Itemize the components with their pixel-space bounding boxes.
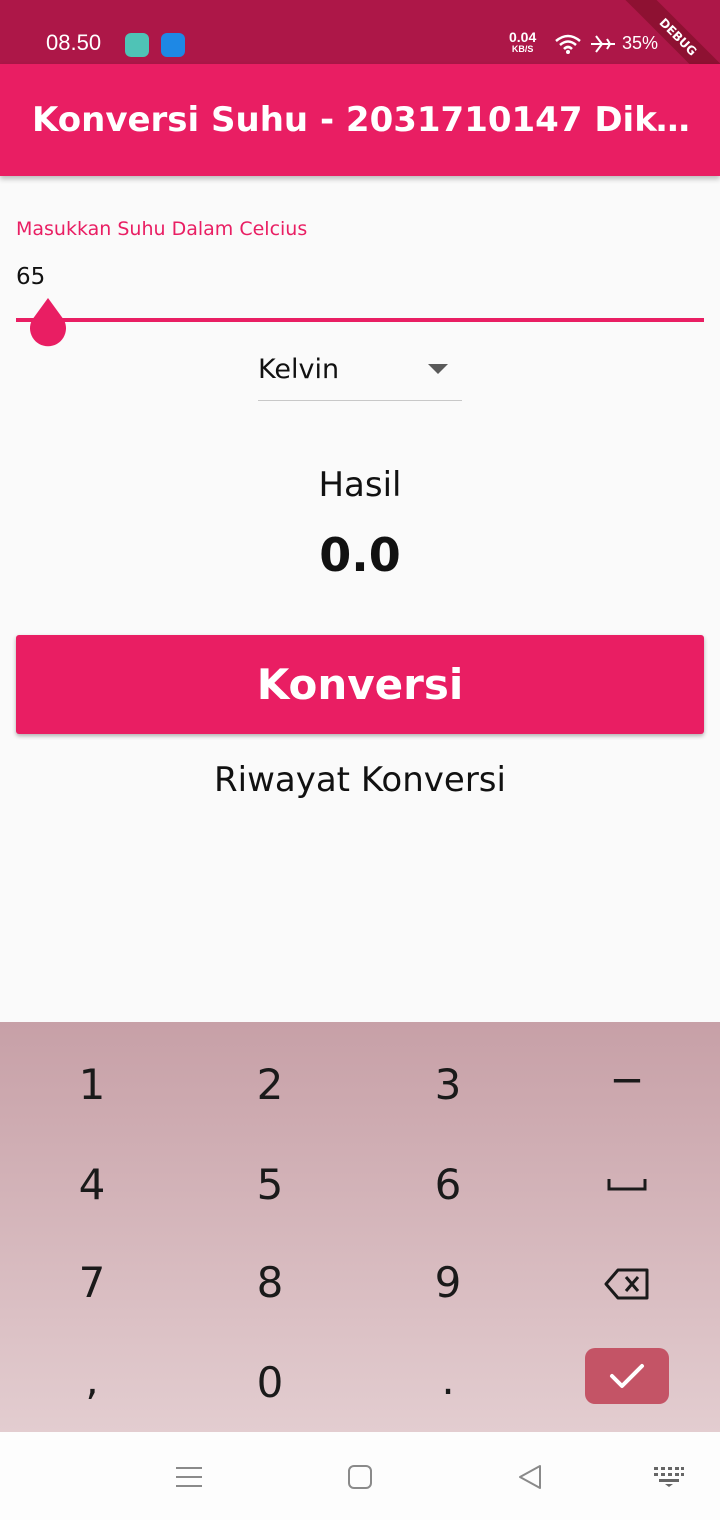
result-value: 0.0 [319,528,401,582]
space-icon [607,1179,647,1191]
convert-button[interactable]: Konversi [16,635,704,734]
status-time: 08.50 [46,30,102,55]
confirm-key[interactable] [585,1348,669,1404]
key-7[interactable]: 7 [2,1233,182,1333]
check-icon [610,1364,644,1388]
wifi-icon [555,34,581,54]
network-speed: 0.04 KB/S [509,30,536,55]
unit-dropdown-value: Kelvin [258,354,340,385]
key-backspace[interactable] [537,1233,717,1333]
unit-dropdown[interactable]: Kelvin [258,350,462,401]
key-9[interactable]: 9 [358,1233,538,1333]
result-label: Hasil [318,465,402,505]
status-bar: 08.50 0.04 KB/S 35% DEBUG [0,0,720,102]
keyboard-icon[interactable] [653,1466,685,1488]
usb-icon [161,33,185,57]
key-0[interactable]: 0 [180,1333,360,1433]
page-title: Konversi Suhu - 2031710147 Dike Ayu [32,100,692,140]
history-title: Riwayat Konversi [214,760,506,800]
network-speed-unit: KB/S [511,44,534,54]
menu-icon[interactable] [175,1466,203,1488]
airplane-mode-icon [591,35,615,53]
app-bar: Konversi Suhu - 2031710147 Dike Ayu [0,64,720,176]
key-minus[interactable]: − [537,1030,717,1130]
key-3[interactable]: 3 [358,1035,538,1135]
key-6[interactable]: 6 [358,1135,538,1235]
temperature-slider[interactable] [16,318,704,322]
key-8[interactable]: 8 [180,1233,360,1333]
key-comma[interactable]: , [2,1330,182,1430]
key-4[interactable]: 4 [2,1135,182,1235]
input-label: Masukkan Suhu Dalam Celcius [16,218,308,240]
system-nav-bar [0,1432,720,1520]
backspace-icon [604,1268,649,1300]
key-period[interactable]: . [358,1330,538,1430]
app-notification-icon [125,33,149,57]
slider-thumb[interactable] [26,298,70,348]
key-1[interactable]: 1 [2,1035,182,1135]
battery-level: 35% [622,33,659,53]
key-2[interactable]: 2 [180,1035,360,1135]
input-value[interactable]: 65 [16,264,45,290]
key-space[interactable] [537,1135,717,1235]
key-5[interactable]: 5 [180,1135,360,1235]
dropdown-arrow-icon [428,364,448,374]
home-icon[interactable] [347,1464,373,1490]
back-icon[interactable] [516,1463,544,1491]
